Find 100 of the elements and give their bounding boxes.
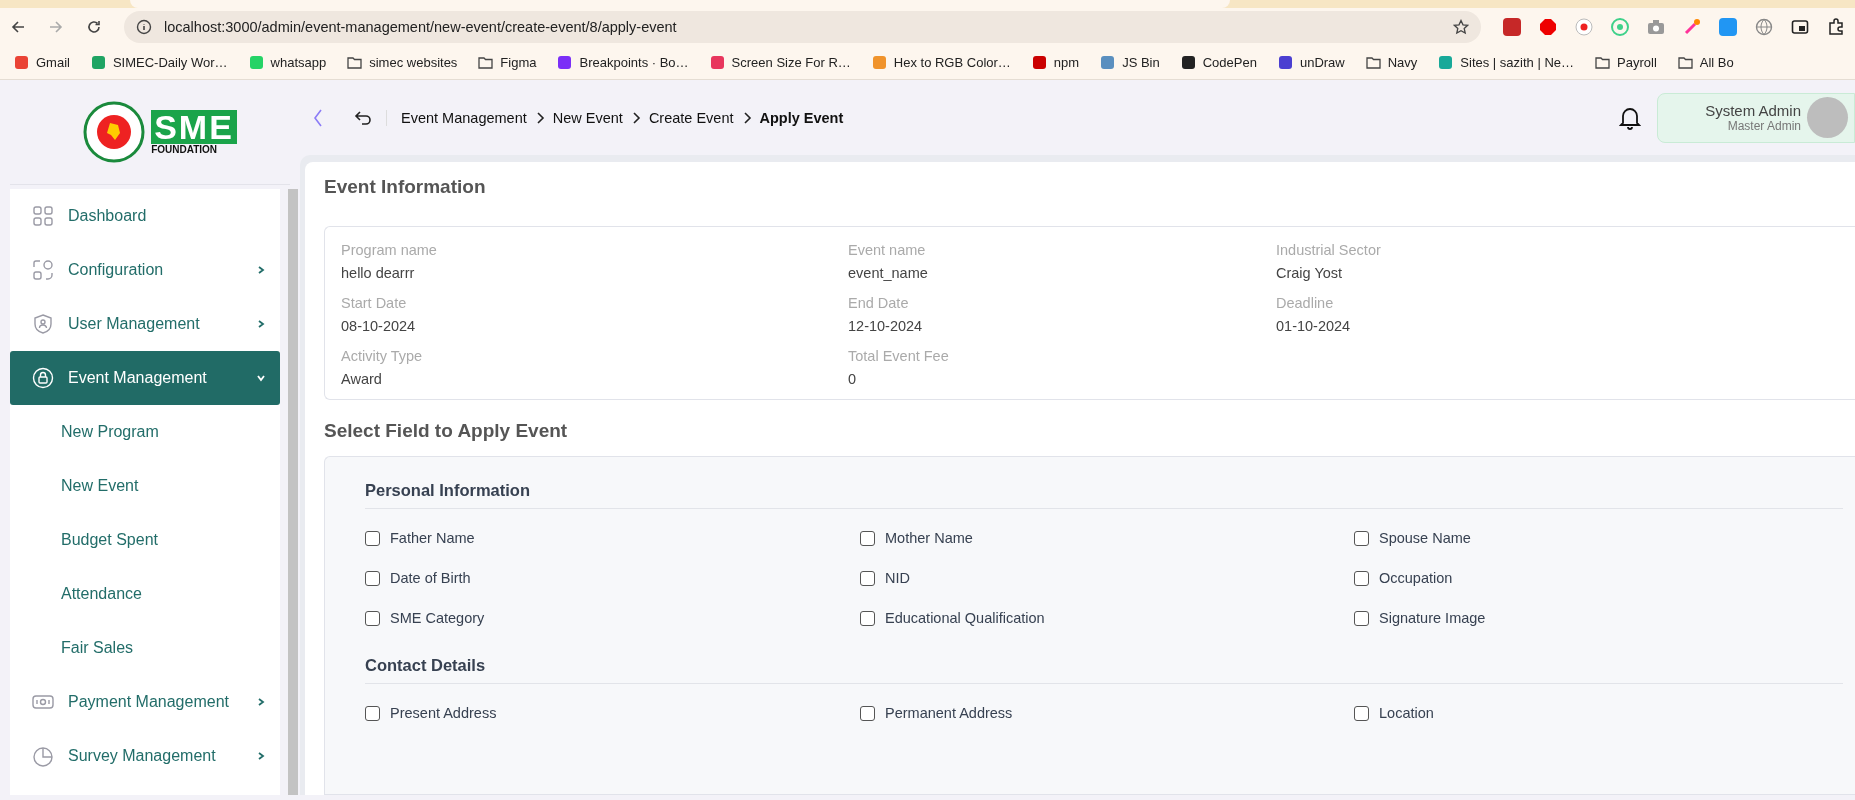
submenu-item[interactable]: Budget Spent xyxy=(10,513,280,567)
menu-icon xyxy=(32,259,54,281)
field-label: Total Event Fee xyxy=(848,347,950,366)
bookmark[interactable]: Payroll xyxy=(1595,54,1657,70)
checkbox-option[interactable]: Present Address xyxy=(365,693,860,733)
section-title: Select Field to Apply Event xyxy=(324,420,569,442)
sidebar-item[interactable]: User Management xyxy=(10,297,280,351)
bookmark[interactable]: All Bo xyxy=(1677,54,1734,70)
bookmark[interactable]: Sites | sazith | Ne… xyxy=(1438,54,1575,70)
checkbox-option[interactable]: NID xyxy=(860,558,1354,598)
field-value: 01-10-2024 xyxy=(1276,317,1352,336)
sidebar-item[interactable]: Configuration xyxy=(10,243,280,297)
extension-icon[interactable] xyxy=(1719,17,1737,36)
submenu-item[interactable]: New Event xyxy=(10,459,280,513)
bookmark[interactable]: Breakpoints · Bo… xyxy=(557,54,689,70)
folder-icon xyxy=(1595,54,1611,70)
checkbox-option[interactable]: Date of Birth xyxy=(365,558,860,598)
menu-icon xyxy=(32,745,54,767)
field-label: Activity Type xyxy=(341,347,424,366)
folder-icon xyxy=(478,54,494,70)
bookmark[interactable]: Hex to RGB Color… xyxy=(871,54,1011,70)
chevron-right-icon xyxy=(256,265,266,275)
stop-sign-icon[interactable] xyxy=(1539,17,1557,36)
bookmark[interactable]: SIMEC-Daily Wor… xyxy=(90,54,228,70)
sidebar-item[interactable]: Payment Management xyxy=(10,675,280,729)
address-bar[interactable]: localhost:3000/admin/event-management/new-event/create-event/8/apply-event xyxy=(124,10,1481,43)
submenu-item[interactable]: Fair Sales xyxy=(10,621,280,675)
url-text: localhost:3000/admin/event-management/new-event/create-event/8/apply-event xyxy=(164,18,678,35)
eyedropper-icon[interactable] xyxy=(1683,17,1701,36)
user-role: Master Admin xyxy=(1727,119,1801,133)
bookmark[interactable]: CodePen xyxy=(1180,54,1257,70)
sidebar-item[interactable]: Dashboard xyxy=(10,189,280,243)
emblem-icon xyxy=(83,101,146,163)
user-name: System Admin xyxy=(1705,102,1801,119)
info-icon[interactable] xyxy=(136,18,152,35)
notification-bell-icon[interactable] xyxy=(1619,105,1641,130)
checkbox-option[interactable]: Occupation xyxy=(1354,558,1843,598)
chevron-right-icon xyxy=(256,319,266,329)
chevron-right-icon xyxy=(256,751,266,761)
bookmark[interactable]: npm xyxy=(1031,54,1080,70)
field-label: Start Date xyxy=(341,294,408,313)
field-value: Craig Yost xyxy=(1276,264,1344,283)
record-icon[interactable] xyxy=(1575,17,1593,36)
menu-icon xyxy=(32,367,54,389)
field-label: End Date xyxy=(848,294,910,313)
breadcrumb-link[interactable]: New Event xyxy=(552,109,623,126)
picture-in-picture-icon[interactable] xyxy=(1791,17,1809,36)
field-value: 0 xyxy=(848,370,858,389)
scrollbar[interactable] xyxy=(288,189,298,795)
field-value: event_name xyxy=(848,264,929,283)
bookmark[interactable]: Gmail xyxy=(14,54,70,70)
camera-icon[interactable] xyxy=(1647,17,1665,36)
submenu-item[interactable]: New Program xyxy=(10,405,280,459)
folder-icon xyxy=(347,54,363,70)
bookmark[interactable]: Screen Size For R… xyxy=(709,54,851,70)
bookmark[interactable]: simec websites xyxy=(347,54,458,70)
bookmark[interactable]: JS Bin xyxy=(1100,54,1160,70)
back-arrow-icon[interactable] xyxy=(10,18,26,35)
bookmark[interactable]: Figma xyxy=(478,54,537,70)
checkbox-option[interactable]: Permanent Address xyxy=(860,693,1354,733)
chevron-down-icon xyxy=(256,373,266,383)
checkbox-option[interactable]: Mother Name xyxy=(860,518,1354,558)
reload-icon[interactable] xyxy=(86,18,102,35)
sidebar-item[interactable]: Event Management xyxy=(10,351,280,405)
user-profile-card[interactable]: System Admin Master Admin xyxy=(1657,92,1855,143)
logo-text: SME xyxy=(151,109,237,144)
field-value: 08-10-2024 xyxy=(341,317,417,336)
field-label: Deadline xyxy=(1276,294,1335,313)
extension-icon[interactable] xyxy=(1503,17,1521,36)
chevron-right-icon xyxy=(534,111,545,124)
bookmark[interactable]: whatsapp xyxy=(248,54,327,70)
breadcrumb-link[interactable]: Event Management xyxy=(401,109,527,126)
chevron-right-icon xyxy=(630,111,641,124)
star-icon[interactable] xyxy=(1453,18,1469,35)
group-heading: Contact Details xyxy=(365,646,1843,684)
group-heading: Personal Information xyxy=(365,471,1843,509)
submenu-item[interactable]: Attendance xyxy=(10,567,280,621)
field-value: hello dearrr xyxy=(341,264,416,283)
undo-arrow-icon[interactable] xyxy=(354,108,372,127)
checkbox-option[interactable]: Location xyxy=(1354,693,1843,733)
breadcrumb-link[interactable]: Create Event xyxy=(648,109,734,126)
chevron-right-icon xyxy=(741,111,752,124)
avatar xyxy=(1807,97,1848,138)
menu-icon xyxy=(32,313,54,335)
section-title: Event Information xyxy=(324,176,487,198)
field-label: Industrial Sector xyxy=(1276,241,1382,260)
sidebar-item[interactable]: Survey Management xyxy=(10,729,280,783)
collapse-icon[interactable] xyxy=(312,107,324,128)
checkbox-option[interactable]: Signature Image xyxy=(1354,598,1843,638)
checkbox-option[interactable]: Educational Qualification xyxy=(860,598,1354,638)
checkbox-option[interactable]: Spouse Name xyxy=(1354,518,1843,558)
bookmark[interactable]: Navy xyxy=(1365,54,1418,70)
bookmark[interactable]: unDraw xyxy=(1277,54,1345,70)
puzzle-icon[interactable] xyxy=(1827,17,1845,36)
field-label: Program name xyxy=(341,241,438,260)
globe-icon[interactable] xyxy=(1755,17,1773,36)
folder-icon xyxy=(1677,54,1693,70)
checkbox-option[interactable]: SME Category xyxy=(365,598,860,638)
folder-icon xyxy=(1365,54,1381,70)
checkbox-option[interactable]: Father Name xyxy=(365,518,860,558)
